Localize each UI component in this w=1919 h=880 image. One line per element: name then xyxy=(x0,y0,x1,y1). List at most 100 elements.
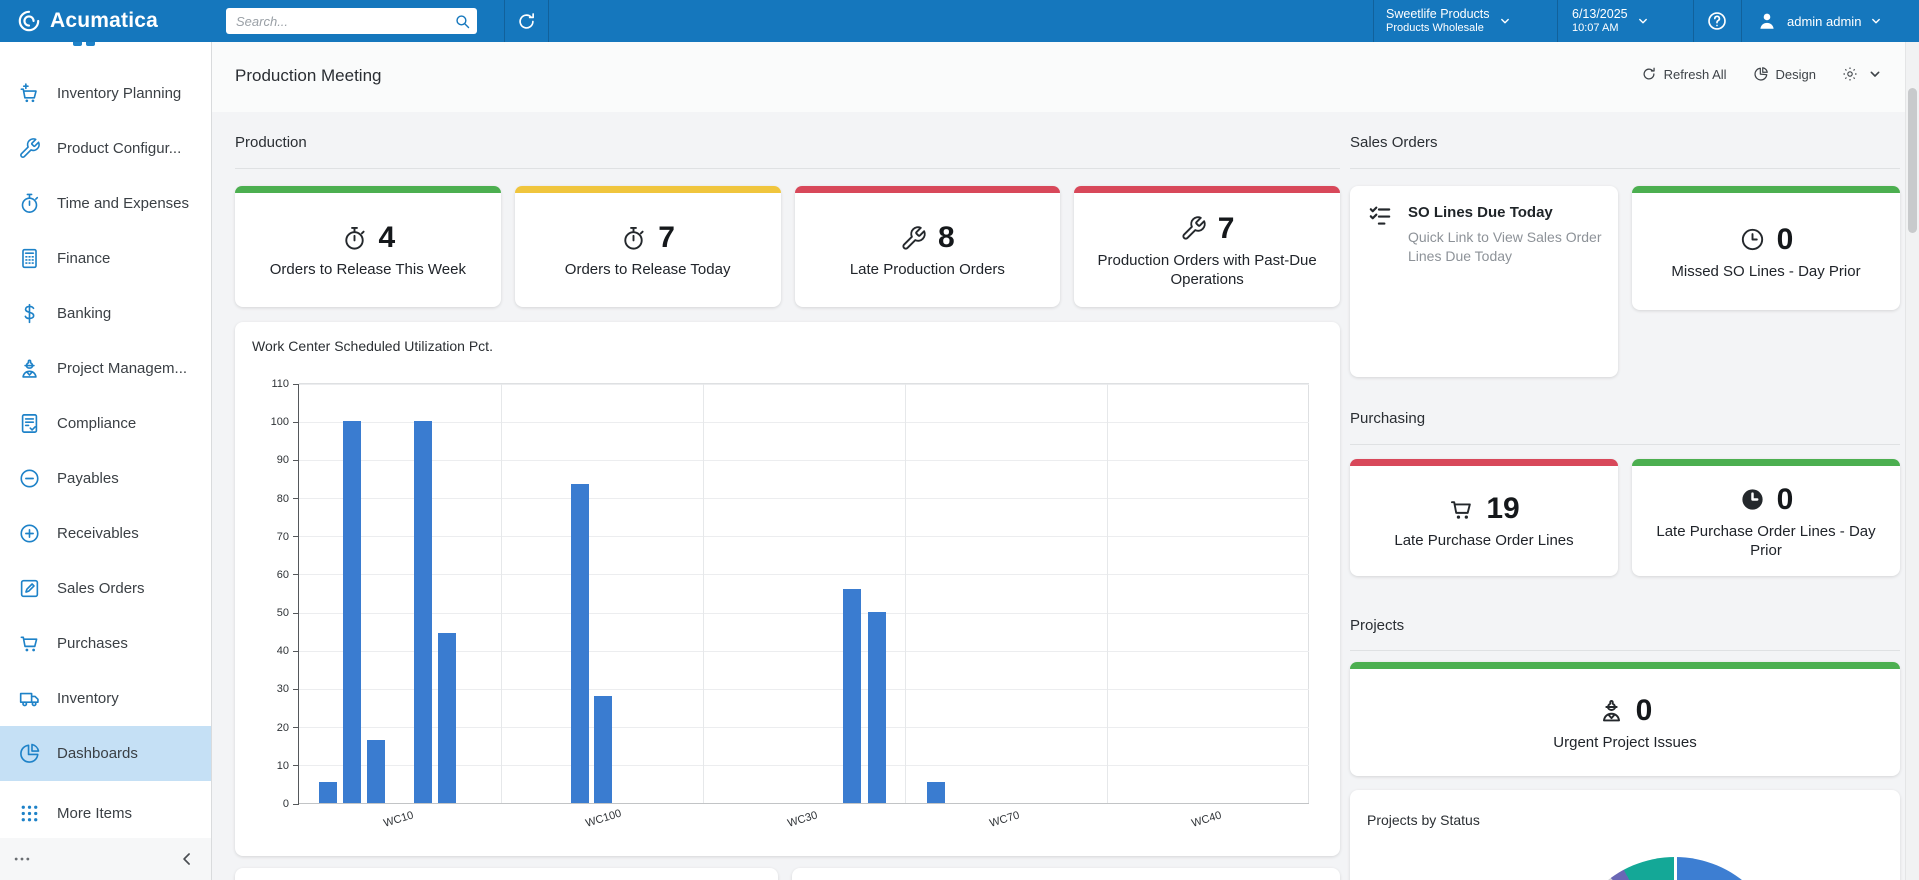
user-menu[interactable]: admin admin xyxy=(1756,0,1906,42)
sidebar-item-dashboards[interactable]: Dashboards xyxy=(0,726,211,781)
sidebar-item-label: Inventory Planning xyxy=(57,85,181,102)
design-label: Design xyxy=(1776,67,1816,82)
sidebar-item-label: Purchases xyxy=(57,635,128,652)
kpi-label: Late Purchase Order Lines - Day Prior xyxy=(1642,522,1890,561)
kpi-card-late-production-orders[interactable]: 8Late Production Orders xyxy=(795,186,1061,307)
user-name: admin admin xyxy=(1787,14,1861,29)
chart-bar[interactable] xyxy=(927,782,945,803)
sidebar-item-more-items[interactable]: More Items xyxy=(0,786,211,841)
checklist-icon xyxy=(1367,203,1393,229)
dashboard-settings-button[interactable] xyxy=(1842,66,1883,82)
sidebar-item-finance[interactable]: Finance xyxy=(0,231,211,286)
business-date-button[interactable] xyxy=(504,0,548,42)
kpi-accent-bar xyxy=(235,186,501,193)
chart-bar[interactable] xyxy=(319,782,337,803)
y-axis-tick-label: 0 xyxy=(251,798,289,810)
clock-filled-icon xyxy=(1739,486,1766,513)
acumatica-logo[interactable]: Acumatica xyxy=(0,8,212,34)
kpi-accent-bar xyxy=(1632,186,1900,193)
kpi-accent-bar xyxy=(1350,459,1618,466)
truck-icon xyxy=(18,687,41,710)
kpi-value: 0 xyxy=(1636,694,1653,728)
sidebar-item-compliance[interactable]: Compliance xyxy=(0,396,211,451)
chart-bar[interactable] xyxy=(438,633,456,803)
design-button[interactable]: Design xyxy=(1753,66,1816,82)
collapse-sidebar-icon[interactable] xyxy=(177,849,197,869)
sidebar-item-payables[interactable]: Payables xyxy=(0,451,211,506)
topbar-separator xyxy=(548,0,549,42)
kpi-label: Urgent Project Issues xyxy=(1553,733,1696,753)
kpi-value: 7 xyxy=(1218,212,1235,246)
refresh-clock-icon xyxy=(516,11,537,32)
sidebar-item-label: Compliance xyxy=(57,415,136,432)
stopwatch-icon xyxy=(18,192,41,215)
company-selector[interactable]: Sweetlife Products Products Wholesale xyxy=(1386,0,1557,42)
plus-circle-icon xyxy=(18,522,41,545)
search-icon[interactable] xyxy=(454,13,471,30)
sidebar-item-time-and-expenses[interactable]: Time and Expenses xyxy=(0,176,211,231)
refresh-all-button[interactable]: Refresh All xyxy=(1641,66,1727,82)
sidebar-item-project-managem[interactable]: Project Managem... xyxy=(0,341,211,396)
sidebar: Inventory Planning Product Configur...Tim… xyxy=(0,42,212,880)
pie-chart-icon xyxy=(18,742,41,765)
global-search xyxy=(226,8,477,34)
pie-chart-title: Projects by Status xyxy=(1367,812,1480,828)
kpi-label: Late Production Orders xyxy=(850,260,1005,280)
help-button[interactable] xyxy=(1693,0,1741,42)
sidebar-item-banking[interactable]: Banking xyxy=(0,286,211,341)
chart-bar[interactable] xyxy=(367,740,385,803)
calculator-icon xyxy=(18,247,41,270)
y-axis-tick-label: 40 xyxy=(251,645,289,657)
scrollbar-thumb[interactable] xyxy=(1908,88,1917,233)
kpi-accent-bar xyxy=(1632,459,1900,466)
sidebar-item-receivables[interactable]: Receivables xyxy=(0,506,211,561)
kpi-card-production-orders-with-past-due-operations[interactable]: 7Production Orders with Past-Due Operati… xyxy=(1074,186,1340,307)
sidebar-item-inventory-planning[interactable]: Inventory Planning xyxy=(0,66,211,121)
y-axis-tick-label: 70 xyxy=(251,531,289,543)
y-axis-tick-label: 30 xyxy=(251,683,289,695)
kpi-accent-bar xyxy=(1350,662,1900,669)
chart-bar[interactable] xyxy=(343,421,361,803)
document-check-icon xyxy=(18,412,41,435)
topbar-separator xyxy=(1373,0,1374,42)
kpi-accent-bar xyxy=(795,186,1061,193)
section-divider xyxy=(1350,650,1900,651)
sidebar-menu: Inventory Planning Product Configur...Tim… xyxy=(0,66,211,841)
business-date-selector[interactable]: 6/13/2025 10:07 AM xyxy=(1572,0,1682,42)
kpi-card-partial[interactable] xyxy=(235,868,778,880)
vertical-scrollbar[interactable] xyxy=(1905,42,1919,880)
pencil-square-icon xyxy=(18,577,41,600)
kpi-card-missed-so-lines-day-prior[interactable]: 0Missed SO Lines - Day Prior xyxy=(1632,186,1900,310)
kpi-card-orders-to-release-this-week[interactable]: 4Orders to Release This Week xyxy=(235,186,501,307)
sidebar-item-label: More Items xyxy=(57,805,132,822)
chart-bar[interactable] xyxy=(843,589,861,803)
more-dots-icon[interactable] xyxy=(12,849,32,869)
chart-bar[interactable] xyxy=(571,484,589,803)
sidebar-item-inventory[interactable]: Inventory xyxy=(0,671,211,726)
y-axis-tick-label: 20 xyxy=(251,722,289,734)
chevron-down-icon xyxy=(1636,14,1650,28)
refresh-icon xyxy=(1641,66,1657,82)
current-date: 6/13/2025 xyxy=(1572,7,1628,21)
brand-name: Acumatica xyxy=(50,9,158,33)
kpi-card-late-purchase-order-lines[interactable]: 19Late Purchase Order Lines xyxy=(1350,459,1618,576)
y-axis-tick-label: 50 xyxy=(251,607,289,619)
kpi-card-late-purchase-order-lines-day-prior[interactable]: 0Late Purchase Order Lines - Day Prior xyxy=(1632,459,1900,576)
sidebar-item-label: Sales Orders xyxy=(57,580,145,597)
sidebar-item-sales-orders[interactable]: Sales Orders xyxy=(0,561,211,616)
search-input[interactable] xyxy=(226,14,454,29)
kpi-card-orders-to-release-today[interactable]: 7Orders to Release Today xyxy=(515,186,781,307)
kpi-card-urgent-project-issues[interactable]: 0 Urgent Project Issues xyxy=(1350,662,1900,776)
sidebar-item-product-configur[interactable]: Product Configur... xyxy=(0,121,211,176)
sidebar-item-purchases[interactable]: Purchases xyxy=(0,616,211,671)
current-time: 10:07 AM xyxy=(1572,22,1628,35)
chart-bar[interactable] xyxy=(868,612,886,803)
quick-link-card-so-lines-due-today[interactable]: SO Lines Due Today Quick Link to View Sa… xyxy=(1350,186,1618,377)
chart-bar[interactable] xyxy=(594,696,612,803)
stopwatch-icon xyxy=(341,225,368,252)
wrench-icon xyxy=(18,137,41,160)
pie-chart-area: Projects by Status xyxy=(1350,790,1900,880)
worker-icon xyxy=(18,357,41,380)
chart-bar[interactable] xyxy=(414,421,432,803)
kpi-card-partial[interactable] xyxy=(792,868,1340,880)
